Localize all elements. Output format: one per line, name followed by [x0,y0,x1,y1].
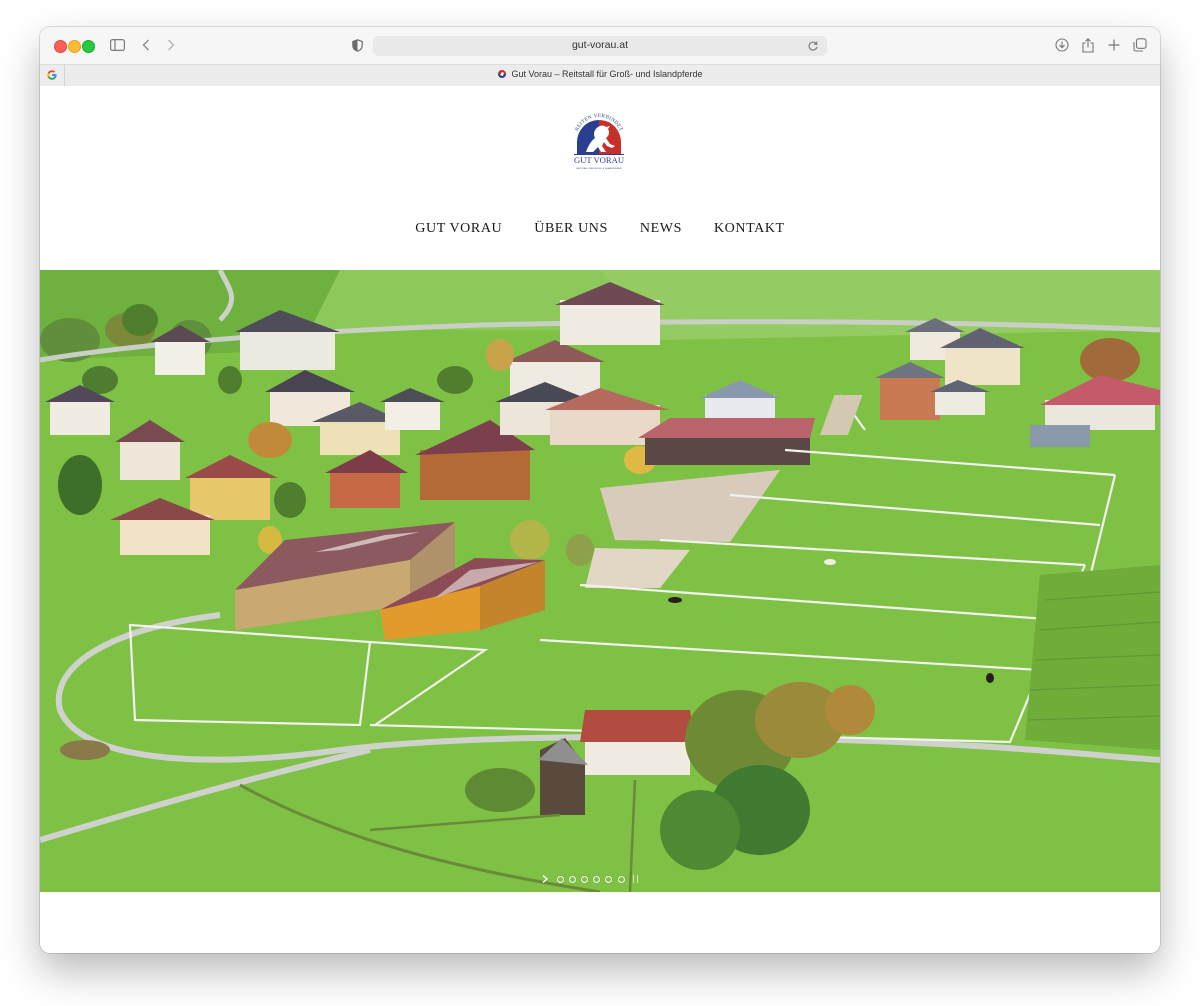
web-page: REITEN VERBINDET GUT VORAU REITSTALL FÜR… [40,86,1160,953]
shield-icon[interactable] [350,36,364,54]
nav-item-kontakt[interactable]: KONTAKT [714,221,785,237]
tab-overview-icon[interactable] [1132,36,1148,54]
hero-slider[interactable] [40,270,1160,892]
zoom-window-button[interactable] [82,40,95,53]
browser-toolbar: gut-vorau.at [40,27,1160,64]
slider-pause-icon[interactable] [633,875,639,883]
address-bar[interactable]: gut-vorau.at [373,36,827,56]
main-navigation: GUT VORAU ÜBER UNS NEWS KONTAKT [40,221,1160,237]
forward-icon[interactable] [165,36,177,54]
sidebar-icon[interactable] [108,36,126,54]
slider-dot-3[interactable] [580,875,588,883]
minimize-window-button[interactable] [68,40,81,53]
close-window-button[interactable] [54,40,67,53]
slider-dot-1[interactable] [556,875,564,883]
site-favicon-icon [497,69,507,81]
back-icon[interactable] [140,36,152,54]
new-tab-icon[interactable] [1106,36,1122,54]
tab-title-text: Gut Vorau – Reitstall für Groß- und Isla… [511,69,703,79]
active-tab[interactable]: Gut Vorau – Reitstall für Groß- und Isla… [40,69,1160,81]
slider-pagination [540,873,639,885]
site-logo[interactable]: REITEN VERBINDET GUT VORAU REITSTALL FÜR… [566,108,632,176]
nav-item-gut-vorau[interactable]: GUT VORAU [415,221,502,237]
nav-item-ueber-uns[interactable]: ÜBER UNS [534,221,608,237]
slider-next-arrow-icon[interactable] [540,874,550,884]
download-icon[interactable] [1054,36,1070,54]
logo-name: GUT VORAU [574,155,625,165]
url-text: gut-vorau.at [571,39,629,51]
hero-image-aerial-farm [40,270,1160,892]
tab-bar: Gut Vorau – Reitstall für Groß- und Isla… [40,64,1160,87]
slider-dot-5[interactable] [605,875,613,883]
browser-window: gut-vorau.at Gut Vorau – Reitstall für G… [40,27,1160,953]
slider-dot-6[interactable] [617,875,625,883]
slider-dot-4[interactable] [593,875,601,883]
slider-dot-2[interactable] [568,875,576,883]
nav-item-news[interactable]: NEWS [640,221,682,237]
share-icon[interactable] [1080,36,1096,54]
gut-vorau-logo: REITEN VERBINDET GUT VORAU REITSTALL FÜR… [574,113,625,170]
reload-icon[interactable] [807,39,821,53]
logo-tagline: REITSTALL FÜR GROSS- & ISLANDPFERDE [576,167,622,170]
